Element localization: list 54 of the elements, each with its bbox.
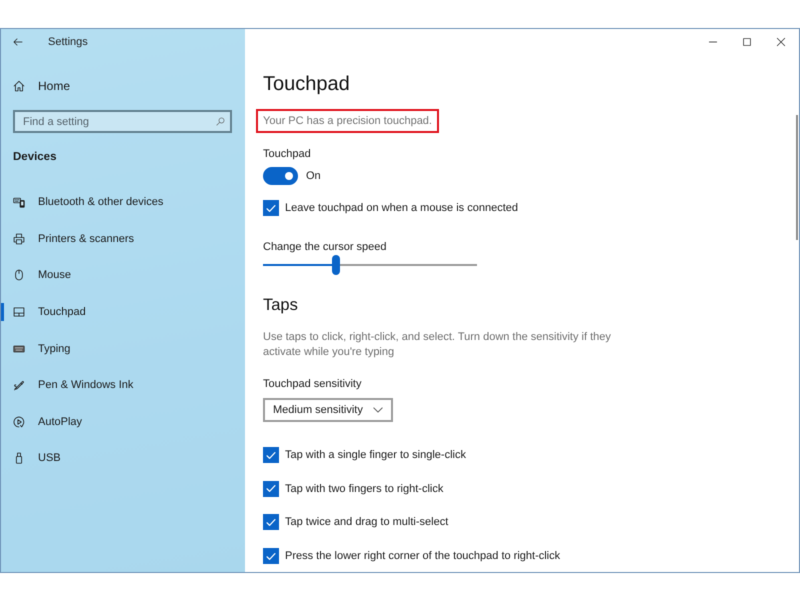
status-text: Your PC has a precision touchpad. — [263, 114, 432, 128]
slider-thumb[interactable] — [332, 255, 340, 275]
scrollbar-thumb[interactable] — [796, 115, 798, 240]
sidebar-item[interactable]: Pen & Windows Ink — [1, 366, 245, 404]
home-link[interactable]: Home — [1, 75, 245, 97]
checkbox-label: Tap with two fingers to right-click — [285, 482, 444, 497]
description-text: Use taps to click, right-click, and select. Turn down the sensitivity if they activate while you're typing — [263, 330, 612, 360]
checkbox-label: Tap twice and drag to multi-select — [285, 515, 448, 530]
play-circle-icon — [13, 416, 25, 428]
home-icon — [13, 80, 25, 92]
section-heading: Taps — [263, 295, 298, 316]
close-icon — [776, 37, 786, 47]
sidebar-item[interactable]: Bluetooth & other devices — [1, 184, 245, 220]
devices-icon — [13, 196, 25, 208]
checkbox[interactable] — [263, 480, 279, 497]
toggle-switch[interactable] — [263, 167, 298, 185]
sidebar-item[interactable]: Printers & scanners — [1, 220, 245, 257]
setting-label: Touchpad — [263, 147, 311, 162]
touchpad-icon — [13, 306, 25, 318]
checkbox[interactable] — [263, 447, 279, 463]
pen-icon — [13, 379, 25, 392]
checkbox-label: Tap with a single finger to single-click — [285, 448, 466, 463]
checkbox[interactable] — [263, 200, 279, 216]
checkbox-label: Press the lower right corner of the touchpad to right-click — [285, 549, 560, 564]
maximize-icon — [742, 37, 752, 47]
chevron-down-icon — [372, 407, 383, 413]
checkbox[interactable] — [263, 548, 279, 564]
sidebar-item[interactable]: AutoPlay — [1, 404, 245, 440]
sidebar-item[interactable]: Mouse — [1, 256, 245, 294]
checkmark-icon — [266, 204, 276, 212]
setting-label: Change the cursor speed — [263, 240, 387, 255]
slider-track[interactable] — [263, 255, 477, 275]
section-heading: Devices — [13, 150, 56, 165]
page-title: Touchpad — [263, 72, 350, 97]
checkbox-label: Leave touchpad on when a mouse is connected — [285, 201, 518, 216]
checkmark-icon — [266, 552, 276, 561]
keyboard-icon — [13, 342, 25, 355]
mouse-icon — [13, 269, 25, 282]
setting-label: Touchpad sensitivity — [263, 377, 362, 392]
window-title: Settings — [48, 36, 88, 48]
usb-drive-icon — [13, 452, 25, 464]
sidebar-item[interactable]: Typing — [1, 330, 245, 367]
sidebar-item[interactable]: USB — [1, 440, 245, 477]
checkmark-icon — [266, 518, 276, 527]
dropdown[interactable]: Medium sensitivity — [263, 398, 393, 422]
printer-icon — [13, 232, 25, 245]
sidebar-item[interactable]: Touchpad — [1, 294, 245, 330]
checkmark-icon — [266, 450, 276, 460]
toggle-state-text: On — [306, 169, 321, 184]
back-arrow-icon — [12, 37, 24, 47]
checkbox[interactable] — [263, 514, 279, 530]
search-icon — [216, 117, 225, 126]
search-field[interactable]: Find a setting — [13, 110, 232, 133]
checkmark-icon — [266, 484, 276, 494]
